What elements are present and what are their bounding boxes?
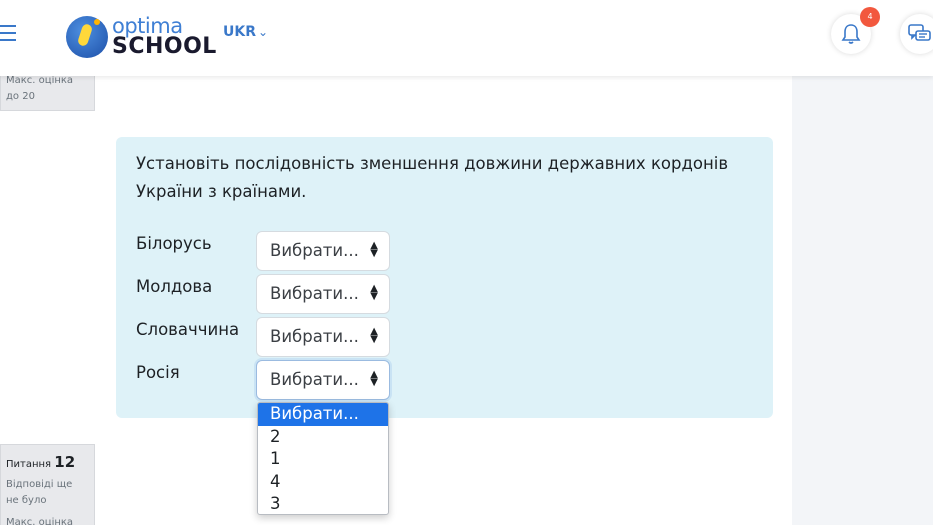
question-number: 12 [54,453,76,471]
dropdown-option[interactable]: 2 [258,426,388,449]
chevron-down-icon: ⌄ [258,25,269,39]
menu-hamburger-icon[interactable] [0,20,22,46]
sort-arrows-icon: ▲ ▼ [370,369,378,388]
logo-text-bottom: SCHOOL [112,34,217,59]
max-grade-label: Макс. оцінка [6,75,74,86]
dropdown-option[interactable]: 3 [258,493,388,514]
sort-arrows-icon: ▲ ▼ [370,326,378,345]
select-moldova[interactable]: Вибрати... ▲ ▼ [256,274,390,314]
question-prefix: Питання [6,459,52,470]
logo-emblem-icon [66,16,108,58]
select-value: Вибрати... [270,284,359,303]
row-label-russia: Росія [136,363,180,382]
dropdown-option[interactable]: 4 [258,471,388,494]
notification-count-badge: 4 [860,7,880,27]
select-value: Вибрати... [270,327,359,346]
language-selector[interactable]: UKR ⌄ [223,24,268,40]
dropdown-option[interactable]: 1 [258,448,388,471]
question-info-12: Питання 12 Відповіді ще не було Макс. оц… [0,444,95,525]
row-label-slovakia: Словаччина [136,320,240,339]
question-number-label: Питання 12 [6,453,75,471]
top-navbar: optima SCHOOL UKR ⌄ 4 [0,0,933,76]
select-value: Вибрати... [270,241,359,260]
row-label-belarus: Білорусь [136,234,212,253]
sort-arrows-icon: ▲ ▼ [370,283,378,302]
language-label: UKR [223,24,256,40]
optima-school-logo[interactable]: optima SCHOOL [64,12,216,62]
question-text: Установіть послідовність зменшення довжи… [136,154,729,201]
status-line-1: Відповіді ще [6,479,73,490]
bell-icon [841,24,861,44]
select-value: Вибрати... [270,370,359,389]
question-card: Установіть послідовність зменшення довжи… [116,137,773,418]
right-drawer [792,76,933,525]
select-russia[interactable]: Вибрати... ▲ ▼ [256,360,390,400]
sort-arrows-icon: ▲ ▼ [370,240,378,259]
messages-button[interactable] [900,14,933,54]
dropdown-option[interactable]: Вибрати... [258,403,388,426]
row-label-moldova: Молдова [136,277,213,296]
status-line-2: не було [6,495,47,506]
select-belarus[interactable]: Вибрати... ▲ ▼ [256,231,390,271]
select-slovakia[interactable]: Вибрати... ▲ ▼ [256,317,390,357]
chat-bubbles-icon [908,24,931,41]
max-grade-label: Макс. оцінка [6,517,74,525]
select-dropdown-list: Вибрати... 2 1 4 3 [257,402,389,515]
max-grade-value: до 20 [6,91,35,102]
